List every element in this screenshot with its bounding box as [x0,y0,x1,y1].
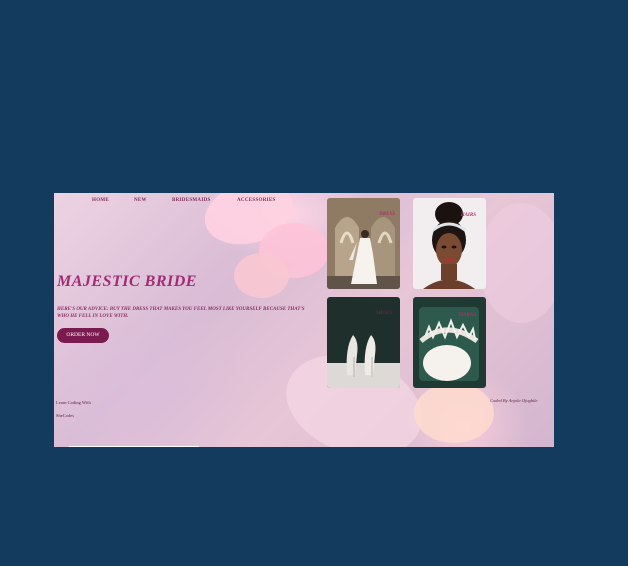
gallery-shoes[interactable]: SHOES [327,297,400,388]
footer-shecodes-link[interactable]: SheCodes [56,413,74,418]
scrollbar-indicator[interactable] [69,446,199,447]
gallery-tiaras-label: TIARAS [458,313,476,318]
hero-title: MAJESTIC BRIDE [57,273,197,290]
hairs-photo [413,198,486,289]
hero-advice: HERE'S OUR ADVICE: BUY THE DRESS THAT MA… [57,307,305,319]
nav-bridesmaids[interactable]: BRIDESMAIDS [172,198,211,203]
nav-home[interactable]: HOME [92,198,109,203]
footer-learn-coding: Learn Coding With [56,400,91,405]
nav-accessories[interactable]: ACCESSORIES [237,198,276,203]
website-frame: HOME NEW BRIDESMAIDS ACCESSORIES MAJESTI… [54,193,554,447]
gallery-tiaras[interactable]: TIARAS [413,297,486,388]
nav-new[interactable]: NEW [134,198,147,203]
order-now-button[interactable]: ORDER NOW [57,328,109,343]
gallery-dress-label: DRESS [379,212,395,217]
tiaras-photo [413,297,486,388]
footer-credit: Coded By Anjola Ojogbile [490,398,538,403]
petal-decoration [414,383,494,443]
petal-decoration [234,253,289,298]
gallery-hairs-label: HAIRS [460,213,476,218]
gallery-shoes-label: SHOES [375,311,392,316]
gallery-dress[interactable]: DRESS [327,198,400,289]
gallery-hairs[interactable]: HAIRS [413,198,486,289]
petal-decoration [479,203,554,323]
